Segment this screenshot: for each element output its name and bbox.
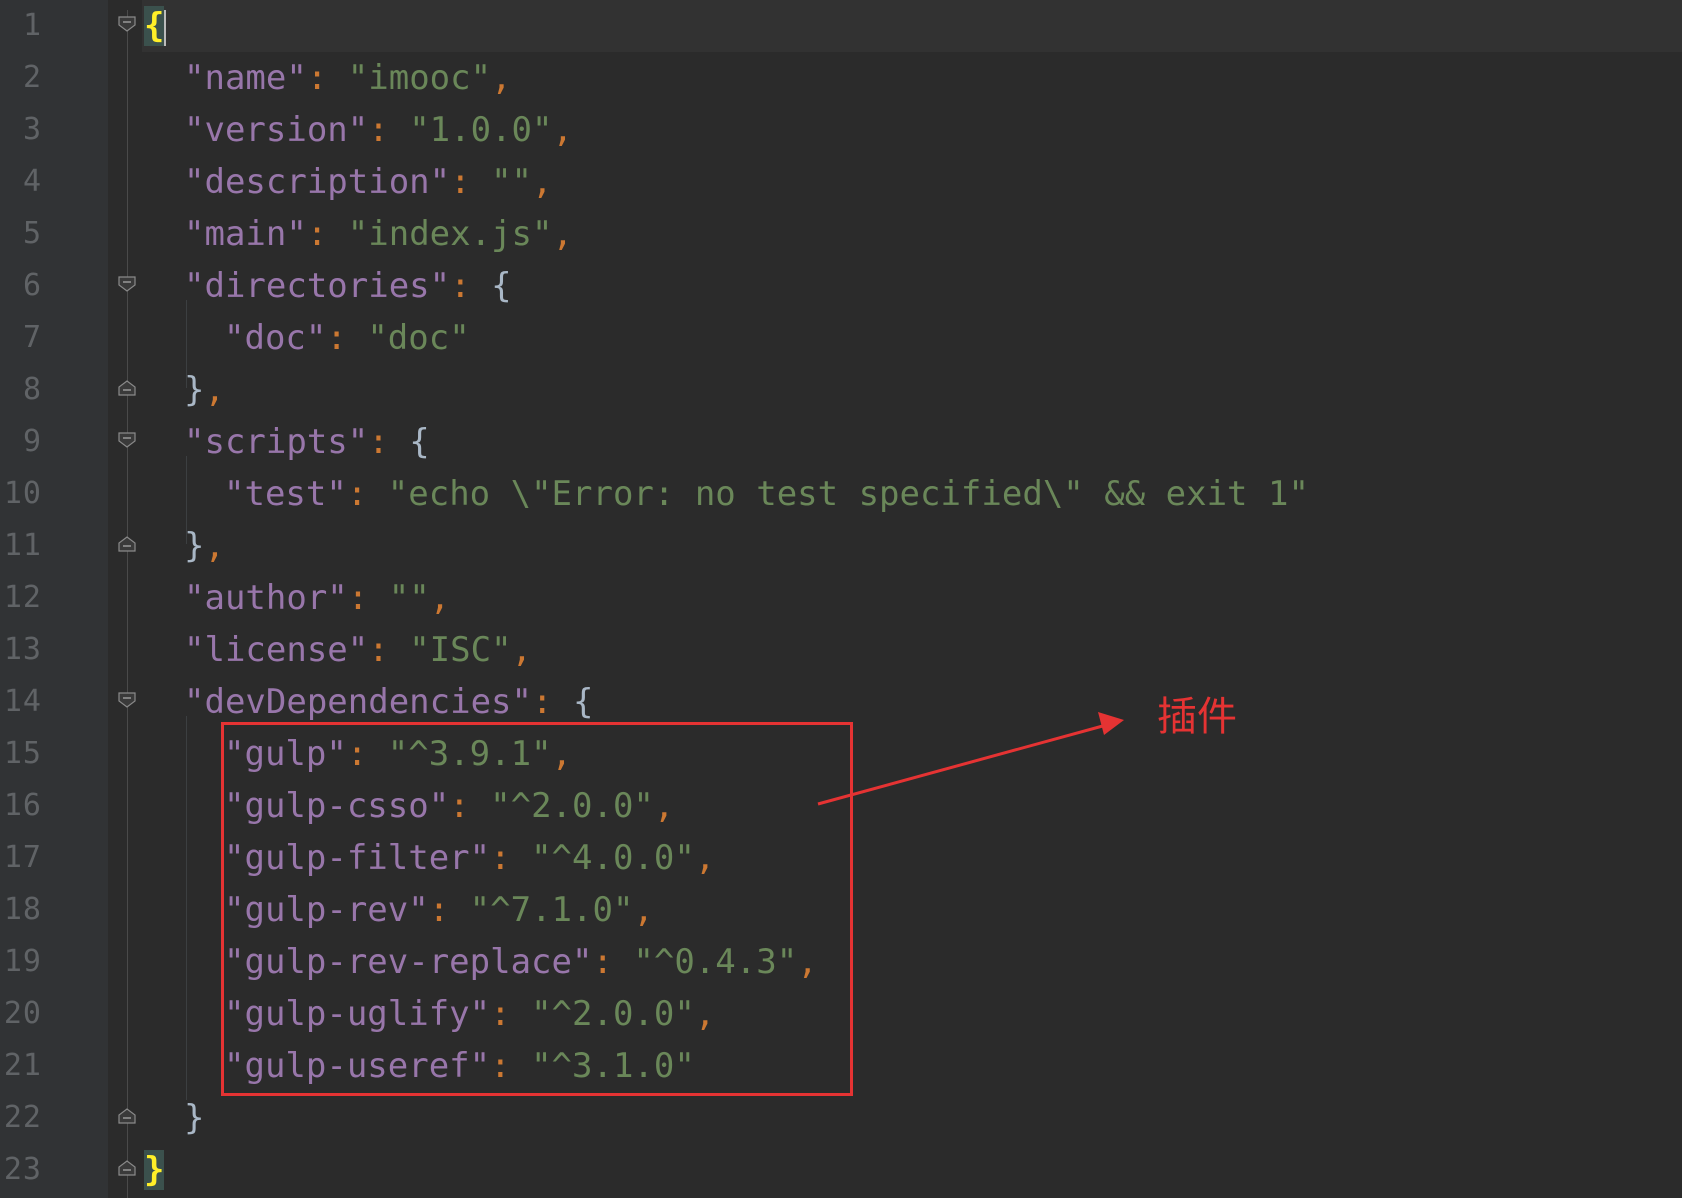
fold-open-icon[interactable] — [117, 275, 137, 293]
json-value: "ISC" — [409, 630, 512, 670]
code-line[interactable]: 22 } — [0, 1092, 1682, 1144]
line-number: 10 — [3, 476, 42, 511]
code-line[interactable]: 14 "devDependencies": { — [0, 676, 1682, 728]
line-number: 21 — [3, 1048, 42, 1083]
fold-close-icon[interactable] — [117, 535, 137, 553]
code-text: "doc": "doc" — [224, 318, 470, 358]
code-text: "main": "index.js", — [184, 214, 573, 254]
line-number: 14 — [3, 684, 42, 719]
line-number: 7 — [22, 320, 42, 355]
annotation-highlight-box — [221, 722, 853, 1096]
code-line[interactable]: 1 { — [0, 0, 1682, 52]
code-line[interactable]: 3 "version": "1.0.0", — [0, 104, 1682, 156]
code-line[interactable]: 23 } — [0, 1144, 1682, 1196]
matched-brace-open: { — [144, 6, 165, 46]
json-key: "main" — [184, 214, 307, 254]
json-value: "1.0.0" — [409, 110, 553, 150]
line-number: 22 — [3, 1100, 42, 1135]
code-line[interactable]: 11 }, — [0, 520, 1682, 572]
code-text: }, — [184, 370, 225, 410]
line-number: 17 — [3, 840, 42, 875]
code-text: { — [144, 6, 167, 46]
fold-close-icon[interactable] — [117, 1159, 137, 1177]
fold-open-icon[interactable] — [117, 431, 137, 449]
line-number: 4 — [22, 164, 42, 199]
line-number: 19 — [3, 944, 42, 979]
json-key: "devDependencies" — [184, 682, 532, 722]
fold-close-icon[interactable] — [117, 1107, 137, 1125]
line-number: 9 — [22, 424, 42, 459]
code-line[interactable]: 9 "scripts": { — [0, 416, 1682, 468]
code-line[interactable]: 7 "doc": "doc" — [0, 312, 1682, 364]
code-text: }, — [184, 526, 225, 566]
json-value: "doc" — [367, 318, 470, 358]
code-editor[interactable]: 1 { 2 "name": "imooc", 3 "version": "1.0… — [0, 0, 1682, 1198]
line-number: 8 — [22, 372, 42, 407]
line-number: 2 — [22, 60, 42, 95]
line-number: 20 — [3, 996, 42, 1031]
matched-brace-close: } — [144, 1150, 165, 1190]
line-number: 12 — [3, 580, 42, 615]
code-line[interactable]: 4 "description": "", — [0, 156, 1682, 208]
json-key: "doc" — [224, 318, 327, 358]
line-number: 13 — [3, 632, 42, 667]
json-value: "imooc" — [347, 58, 492, 98]
code-text: "directories": { — [184, 266, 512, 306]
json-key: "license" — [184, 630, 369, 670]
code-text: "author": "", — [184, 578, 451, 618]
annotation-label: 插件 — [1157, 694, 1237, 740]
line-number: 15 — [3, 736, 42, 771]
json-value: "" — [491, 162, 533, 202]
json-key: "directories" — [184, 266, 451, 306]
code-text: "license": "ISC", — [184, 630, 533, 670]
line-number: 11 — [3, 528, 42, 563]
code-line[interactable]: 12 "author": "", — [0, 572, 1682, 624]
json-key: "version" — [184, 110, 369, 150]
line-number: 6 — [22, 268, 42, 303]
code-text: } — [184, 1098, 205, 1138]
code-line[interactable]: 6 "directories": { — [0, 260, 1682, 312]
json-key: "description" — [184, 162, 451, 202]
fold-open-icon[interactable] — [117, 15, 137, 33]
json-key: "test" — [224, 474, 347, 514]
code-text: "name": "imooc", — [184, 58, 512, 98]
json-value: "echo \"Error: no test specified\" && ex… — [387, 474, 1309, 514]
line-number: 1 — [22, 8, 42, 43]
code-line[interactable]: 5 "main": "index.js", — [0, 208, 1682, 260]
line-number: 3 — [22, 112, 42, 147]
code-text: "test": "echo \"Error: no test specified… — [224, 474, 1309, 514]
code-text: "version": "1.0.0", — [184, 110, 573, 150]
code-text: } — [144, 1150, 165, 1190]
text-cursor — [164, 9, 167, 46]
code-text: "description": "", — [184, 162, 553, 202]
json-value: "" — [388, 578, 430, 618]
line-number: 16 — [3, 788, 42, 823]
fold-close-icon[interactable] — [117, 379, 137, 397]
json-value: "index.js" — [347, 214, 553, 254]
code-text: "scripts": { — [184, 422, 430, 462]
json-key: "name" — [184, 58, 307, 98]
fold-open-icon[interactable] — [117, 691, 137, 709]
code-line[interactable]: 8 }, — [0, 364, 1682, 416]
code-line[interactable]: 10 "test": "echo \"Error: no test specif… — [0, 468, 1682, 520]
code-line[interactable]: 13 "license": "ISC", — [0, 624, 1682, 676]
line-number: 23 — [3, 1152, 42, 1187]
line-number: 5 — [22, 216, 42, 251]
code-line[interactable]: 2 "name": "imooc", — [0, 52, 1682, 104]
line-number: 18 — [3, 892, 42, 927]
code-text: "devDependencies": { — [184, 682, 594, 722]
json-key: "author" — [184, 578, 348, 618]
json-key: "scripts" — [184, 422, 369, 462]
